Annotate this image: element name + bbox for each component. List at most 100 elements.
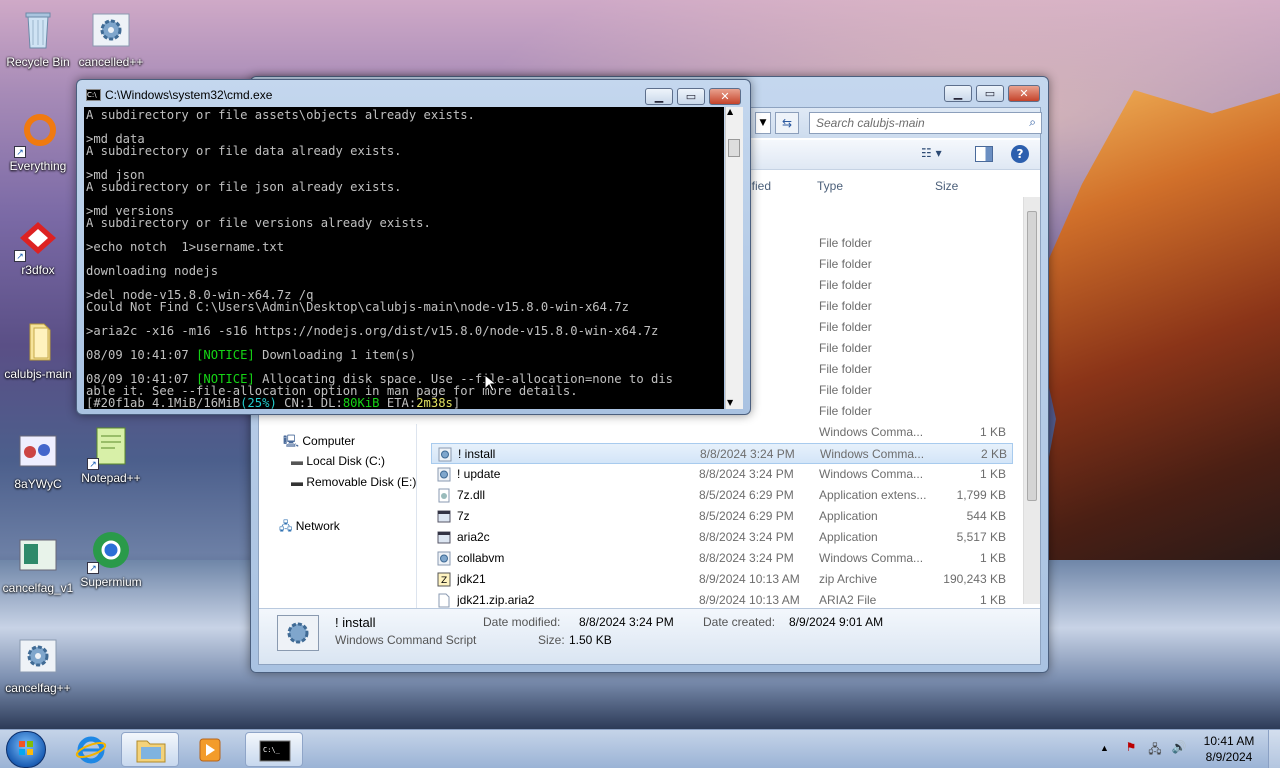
action-center-icon[interactable]: ⚑ <box>1122 740 1140 754</box>
close-button[interactable]: ✕ <box>1008 85 1040 102</box>
script-gear-icon <box>437 467 451 482</box>
details-size-value: 1.50 KB <box>569 633 612 647</box>
console-line: A subdirectory or file json already exis… <box>86 180 402 194</box>
taskbar-explorer[interactable] <box>121 732 179 767</box>
clock-date: 8/9/2024 <box>1205 750 1253 764</box>
scroll-up-arrow-icon[interactable]: ▲ <box>727 107 733 116</box>
script-gear-icon <box>89 8 133 52</box>
script-gear-icon <box>437 551 451 566</box>
show-desktop-button[interactable] <box>1268 730 1280 768</box>
desktop-icon-cancelled[interactable]: cancelled++ <box>73 8 149 69</box>
cmd-scrollbar-thumb[interactable] <box>728 139 740 157</box>
network-icon[interactable]: 🖧 <box>1146 740 1164 761</box>
file-type: Windows Comma... <box>819 467 924 481</box>
maximize-button[interactable]: ▭ <box>976 85 1004 102</box>
volume-icon[interactable]: 🔊 <box>1170 740 1188 754</box>
desktop-icon-cancelfag-pp[interactable]: cancelfag++ <box>0 634 76 695</box>
file-type: Application extens... <box>819 488 927 502</box>
file-row[interactable]: collabvm 8/8/2024 3:24 PM Windows Comma...… <box>431 548 1013 569</box>
file-row[interactable]: Windows Comma... 1 KB <box>431 422 1013 443</box>
desktop-icon-label: cancelled++ <box>78 55 144 69</box>
desktop-icon-recycle-bin[interactable]: Recycle Bin <box>0 8 76 69</box>
svg-text:Z: Z <box>441 576 447 586</box>
desktop-icon-label: 8aYWyC <box>14 477 62 491</box>
file-row[interactable]: 7z 8/5/2024 6:29 PM Application 544 KB <box>431 506 1013 527</box>
console-output: A subdirectory or file assets\objects al… <box>86 109 722 349</box>
nav-item-local-disk[interactable]: ▬ Local Disk (C:) <box>291 454 385 468</box>
computer-icon: 🖳 <box>283 434 300 448</box>
nav-item-network[interactable]: 🖧 Network <box>279 517 340 538</box>
file-name: 7z <box>457 509 470 523</box>
desktop-icon-label: calubjs-main <box>4 367 72 381</box>
desktop-icon-label: r3dfox <box>21 263 55 277</box>
cmd-scrollbar[interactable]: ▲ ▼ <box>725 107 743 409</box>
folder-icon <box>136 740 166 763</box>
desktop-icon-notepadpp[interactable]: ↗ Notepad++ <box>73 424 149 485</box>
file-row[interactable]: aria2c 8/8/2024 3:24 PM Application 5,517 K… <box>431 527 1013 548</box>
file-type: Windows Comma... <box>820 447 925 461</box>
r3dfox-browser-icon: ↗ <box>14 216 60 262</box>
file-name: aria2c <box>457 530 490 544</box>
scroll-down-arrow-icon[interactable]: ▼ <box>727 398 733 407</box>
file-row[interactable]: 7z.dll 8/5/2024 6:29 PM Application extens… <box>431 485 1013 506</box>
cmd-close-button[interactable]: ✕ <box>709 88 741 105</box>
show-hidden-icons-button[interactable]: ▲ <box>1100 743 1109 753</box>
file-row[interactable]: ! update 8/8/2024 3:24 PM Windows Comma...… <box>431 464 1013 485</box>
taskbar: C:\_ ▲ ⚑ 🖧 🔊 10:41 AM 8/9/2024 <box>0 729 1280 768</box>
file-name: 7z.dll <box>457 488 486 502</box>
file-row[interactable]: ! install 8/8/2024 3:24 PM Windows Comma..… <box>431 443 1013 464</box>
details-modified-label: Date modified: <box>483 615 561 629</box>
taskbar-ie[interactable] <box>62 732 120 767</box>
file-date-modified: 8/9/2024 10:13 AM <box>699 572 800 586</box>
file-type: Windows Comma... <box>819 425 924 439</box>
folder-icon <box>16 320 60 364</box>
desktop-icon-everything[interactable]: ↗ Everything <box>0 112 76 173</box>
scrollbar-thumb[interactable] <box>1027 211 1037 501</box>
details-created-label: Date created: <box>703 615 776 629</box>
desktop-icon-calubjs-main[interactable]: calubjs-main <box>0 320 76 381</box>
file-type: File folder <box>819 383 872 397</box>
script-gear-icon <box>16 634 60 678</box>
taskbar-cmd[interactable]: C:\_ <box>245 732 303 767</box>
console-notice-line: 08/09 10:41:07 [NOTICE] Downloading 1 it… <box>86 348 417 362</box>
file-row[interactable]: Zjdk21 8/9/2024 10:13 AM zip Archive 190,24… <box>431 569 1013 590</box>
nav-item-removable-disk[interactable]: ▬ Removable Disk (E:) <box>291 475 416 489</box>
file-type: File folder <box>819 236 872 250</box>
cmd-console[interactable]: A subdirectory or file assets\objects al… <box>84 107 724 409</box>
desktop-icon-r3dfox[interactable]: ↗ r3dfox <box>0 216 76 277</box>
desktop-icon-label: Supermium <box>80 575 142 589</box>
desktop-icon-cancelfag-v1[interactable]: cancelfag_v1 <box>0 534 76 595</box>
cmd-maximize-button[interactable]: ▭ <box>677 88 705 105</box>
file-size: 544 KB <box>966 509 1006 523</box>
file-type: File folder <box>819 404 872 418</box>
desktop-icon-supermium[interactable]: ↗ Supermium <box>73 528 149 589</box>
internet-explorer-icon <box>75 736 107 764</box>
desktop-icon-8aywyc[interactable]: 8aYWyC <box>0 430 76 491</box>
console-line: >aria2c -x16 -m16 -s16 https://nodejs.or… <box>86 324 659 338</box>
console-line: A subdirectory or file versions already … <box>86 216 431 230</box>
script-gear-icon <box>437 425 451 440</box>
clock[interactable]: 10:41 AM 8/9/2024 <box>1196 734 1262 764</box>
file-type: File folder <box>819 341 872 355</box>
start-button[interactable] <box>6 731 46 768</box>
taskbar-media-player[interactable] <box>181 732 239 767</box>
file-size: 1,799 KB <box>956 488 1006 502</box>
clock-time: 10:41 AM <box>1203 734 1255 748</box>
desktop-icon-label: Recycle Bin <box>6 55 70 69</box>
file-size: 1 KB <box>979 467 1006 481</box>
console-line: >echo notch 1>username.txt <box>86 240 285 254</box>
cmd-window[interactable]: C:\ C:\Windows\system32\cmd.exe ▁ ▭ ✕ A … <box>76 79 751 415</box>
file-type: Application <box>819 509 878 523</box>
file-list-scrollbar[interactable] <box>1023 197 1040 604</box>
desktop-icon-label: cancelfag++ <box>5 681 71 695</box>
application-icon <box>437 509 451 524</box>
cmd-minimize-button[interactable]: ▁ <box>645 88 673 105</box>
file-name: collabvm <box>457 551 505 565</box>
nav-item-computer[interactable]: 🖳 Computer <box>283 432 355 453</box>
minimize-button[interactable]: ▁ <box>944 85 972 102</box>
details-filetype: Windows Command Script <box>335 633 477 647</box>
details-pane: ! install Windows Command Script Date mo… <box>259 608 1040 664</box>
